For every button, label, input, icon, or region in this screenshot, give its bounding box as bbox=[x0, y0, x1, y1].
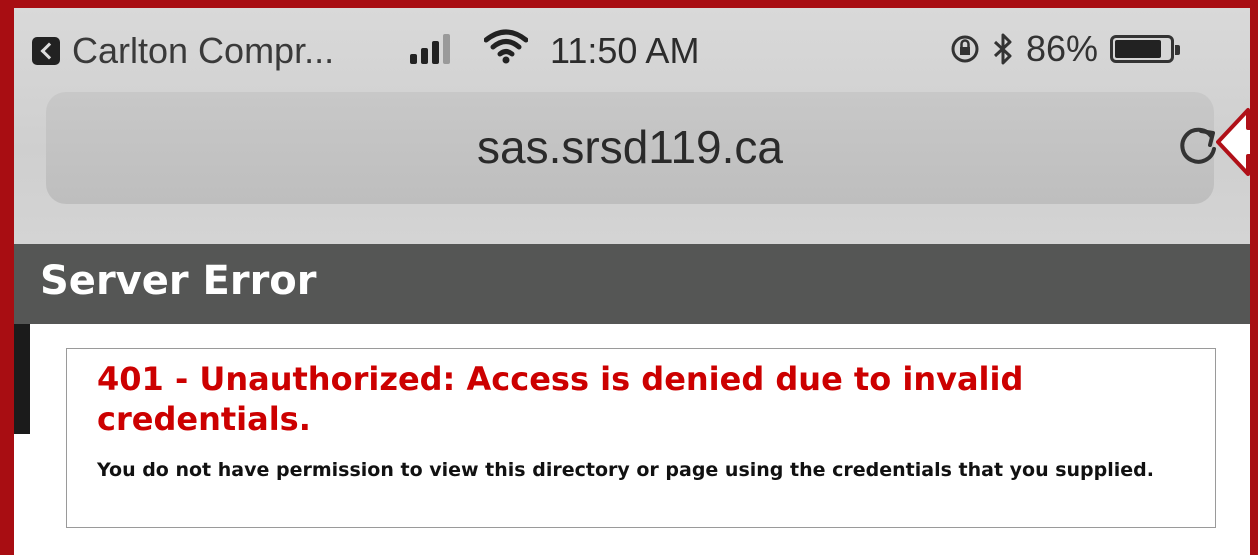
status-right-group: 86% bbox=[950, 28, 1181, 70]
error-heading: 401 - Unauthorized: Access is denied due… bbox=[97, 360, 1024, 438]
status-time: 11:50 AM bbox=[550, 30, 700, 71]
annotation-arrow-icon bbox=[1216, 108, 1250, 176]
battery-percent: 86% bbox=[1026, 28, 1099, 69]
orientation-lock-icon bbox=[951, 35, 979, 63]
battery-nub bbox=[1175, 45, 1181, 55]
status-bar: Carlton Compr... 11:50 AM 86% bbox=[14, 8, 1250, 88]
address-bar[interactable]: sas.srsd119.ca bbox=[46, 92, 1216, 204]
wifi-icon bbox=[484, 29, 528, 64]
browser-chrome: Carlton Compr... 11:50 AM 86% sas.srsd11… bbox=[14, 8, 1250, 244]
page-title: Server Error bbox=[40, 258, 317, 304]
back-to-app-button[interactable]: Carlton Compr... bbox=[32, 30, 334, 72]
signal-icon bbox=[410, 34, 450, 64]
page-content: 401 - Unauthorized: Access is denied due… bbox=[14, 324, 1250, 555]
address-url[interactable]: sas.srsd119.ca bbox=[46, 120, 1214, 174]
content-edge-shadow bbox=[14, 324, 30, 434]
error-message: You do not have permission to view this … bbox=[97, 459, 1154, 481]
screenshot-frame: Carlton Compr... 11:50 AM 86% sas.srsd11… bbox=[0, 0, 1258, 555]
error-title-bar: Server Error bbox=[14, 244, 1250, 324]
back-app-icon bbox=[32, 37, 60, 65]
phone-screen: Carlton Compr... 11:50 AM 86% sas.srsd11… bbox=[14, 8, 1250, 555]
back-app-label: Carlton Compr... bbox=[72, 30, 335, 71]
battery-icon bbox=[1110, 35, 1181, 63]
battery-fill bbox=[1115, 40, 1162, 58]
bluetooth-icon bbox=[993, 33, 1012, 65]
error-box: 401 - Unauthorized: Access is denied due… bbox=[66, 348, 1216, 528]
